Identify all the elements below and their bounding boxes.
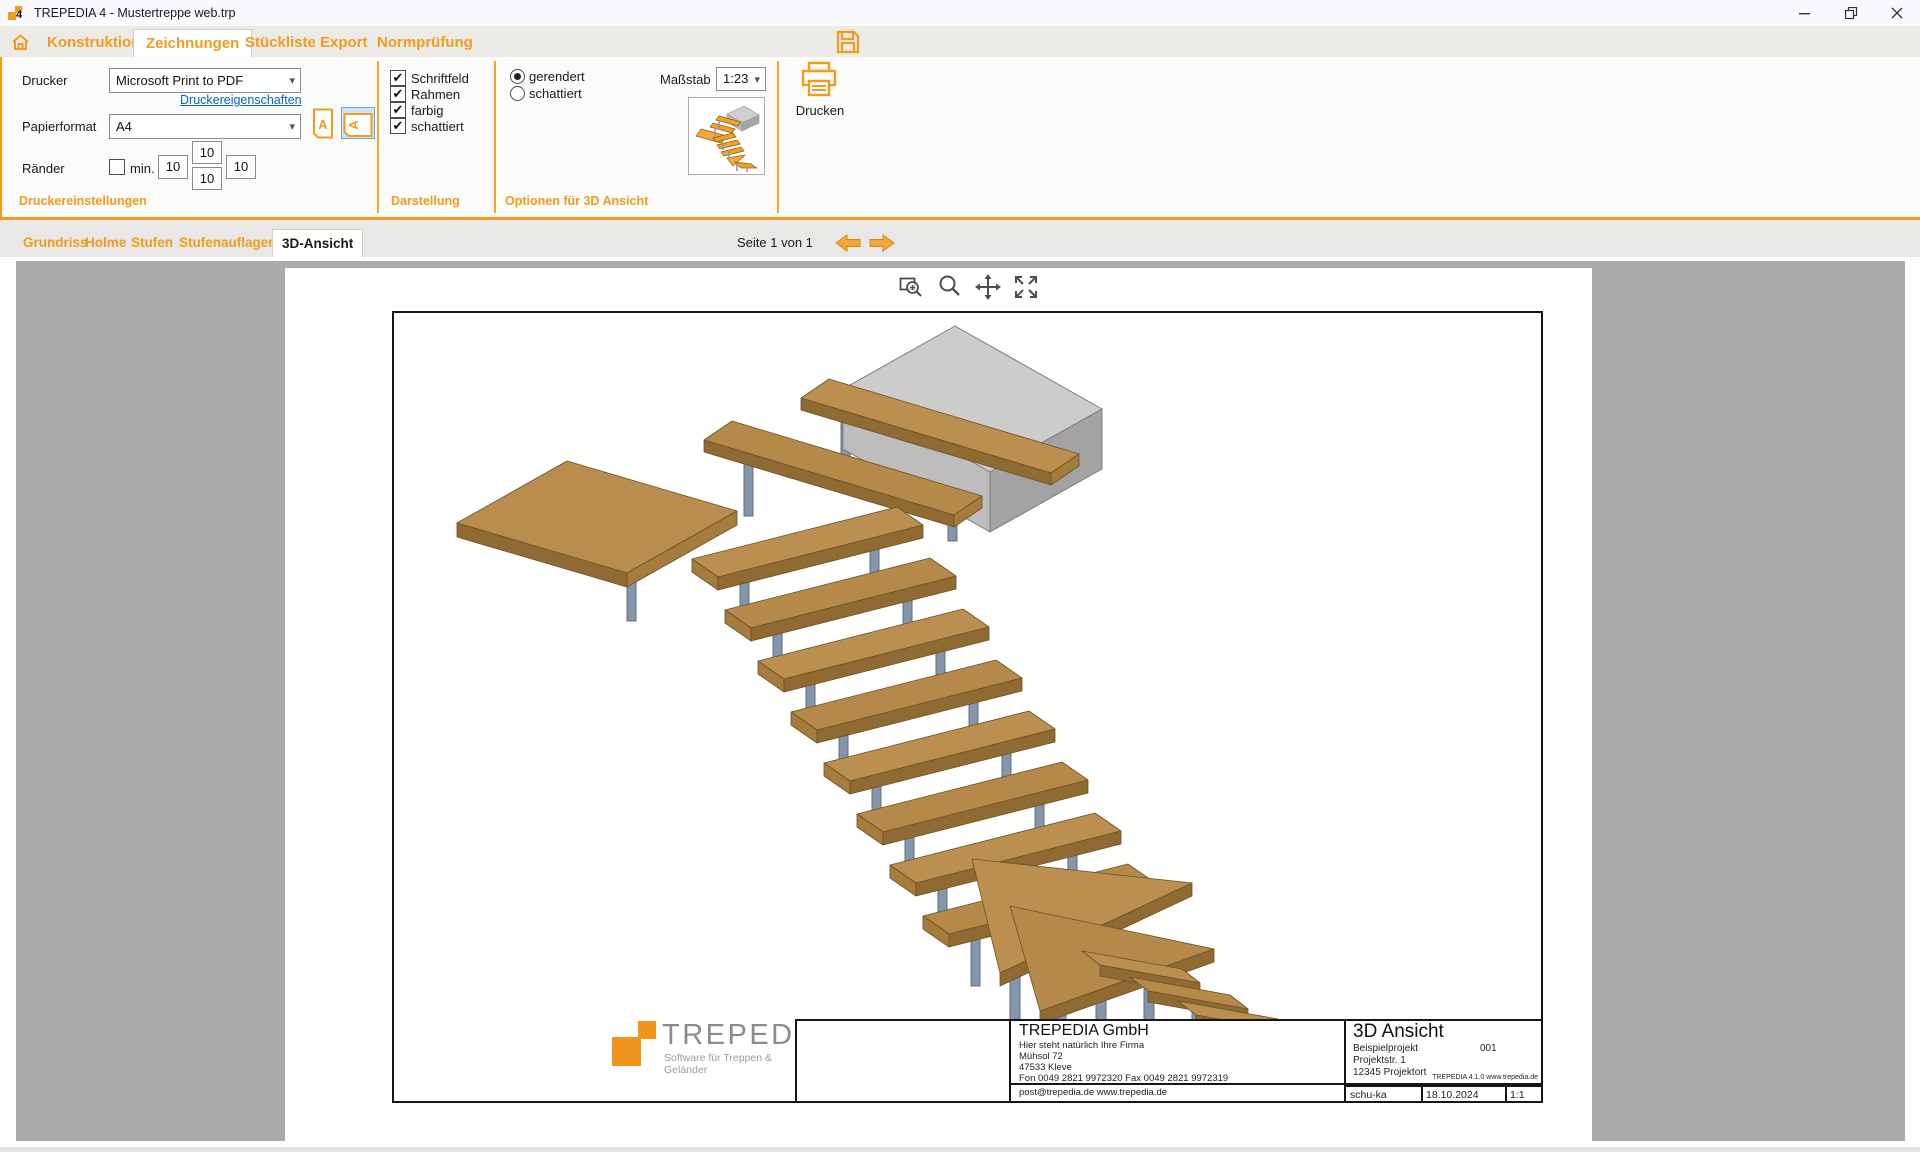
landscape-orientation-button[interactable]: A (341, 107, 375, 139)
save-icon[interactable] (836, 30, 860, 54)
papierformat-label: Papierformat (22, 119, 96, 134)
gerendert-radio[interactable] (510, 69, 525, 84)
company-name: TREPEDIA GmbH (1019, 1022, 1149, 1040)
papierformat-select[interactable]: A4▾ (109, 114, 301, 139)
zoom-button[interactable] (935, 272, 965, 302)
schriftfeld-label: Schriftfeld (411, 71, 469, 86)
chevron-down-icon: ▾ (289, 116, 295, 139)
view-title: 3D Ansicht (1353, 1021, 1444, 1043)
window-title: TREPEDIA 4 - Mustertreppe web.trp (34, 6, 235, 20)
3d-preview-stair-image (689, 98, 764, 174)
chevron-down-icon: ▾ (754, 69, 760, 91)
tab-normpruefung[interactable]: Normprüfung (365, 29, 485, 57)
schattiert-radio[interactable] (510, 86, 525, 101)
logo-tagline: Software für Treppen & Geländer (664, 1052, 792, 1076)
schattiert-radio-label: schattiert (529, 86, 582, 101)
title-block: TREPEDIA GmbH Hier steht natürlich Ihre … (795, 1019, 1543, 1103)
schattiert-label: schattiert (411, 119, 464, 134)
svg-text:A: A (346, 120, 361, 130)
gerendert-label: gerendert (529, 69, 585, 84)
pan-button[interactable] (973, 272, 1003, 302)
restore-icon (1845, 7, 1858, 20)
landscape-page-icon: A (342, 110, 374, 140)
schriftfeld-checkbox[interactable]: ✔ (390, 70, 406, 86)
move-arrows-icon (975, 274, 1001, 300)
arrow-right-icon (868, 233, 896, 253)
page-indicator: Seite 1 von 1 (737, 229, 813, 257)
title-block-company: TREPEDIA GmbH Hier steht natürlich Ihre … (1009, 1021, 1344, 1101)
preview-area: TREPEDIA Software für Treppen & Geländer… (0, 257, 1920, 1147)
margin-top-input[interactable]: 10 (192, 141, 222, 164)
massstab-label: Maßstab (660, 72, 711, 87)
portrait-orientation-button[interactable]: A (311, 108, 335, 139)
date: 18.10.2024 (1426, 1089, 1479, 1101)
druckereigenschaften-link[interactable]: Druckereigenschaften (180, 93, 302, 107)
minimize-button[interactable] (1782, 0, 1828, 26)
margin-right-input[interactable]: 10 (226, 155, 256, 179)
section-title-optionen-3d: Optionen für 3D Ansicht (505, 194, 648, 208)
fit-view-button[interactable] (1011, 272, 1041, 302)
portrait-page-icon: A (311, 108, 335, 139)
trepedia-sheet-logo: TREPEDIA Software für Treppen & Geländer (610, 1021, 792, 1067)
app-icon: 4 (8, 5, 26, 21)
version-note: TREPEDIA 4.1.0 www.trepedia.de (1432, 1074, 1538, 1081)
title-block-bottom-row: schu-ka 18.10.2024 1:1 (1346, 1085, 1541, 1101)
author: schu-ka (1350, 1089, 1387, 1101)
printer-icon (800, 61, 838, 99)
section-title-druckereinstellungen: Druckereinstellungen (19, 194, 147, 208)
minimize-icon (1799, 7, 1811, 19)
drucker-label: Drucker (22, 73, 68, 88)
scale: 1:1 (1510, 1089, 1525, 1101)
drawing-page: TREPEDIA Software für Treppen & Geländer… (285, 268, 1592, 1144)
drucken-label: Drucken (788, 103, 852, 118)
drucker-select[interactable]: Microsoft Print to PDF▾ (109, 68, 301, 93)
zoom-region-button[interactable] (897, 272, 927, 302)
chevron-down-icon: ▾ (289, 70, 295, 93)
arrow-left-icon (834, 233, 862, 253)
close-icon (1891, 7, 1903, 19)
rahmen-checkbox[interactable]: ✔ (390, 86, 406, 102)
margin-left-input[interactable]: 10 (158, 155, 188, 179)
doc-tab-stufenauflagen[interactable]: Stufenauflagen (170, 229, 286, 257)
title-block-project: 3D Ansicht Beispielprojekt 001 Projektst… (1344, 1021, 1541, 1101)
margin-bottom-input[interactable]: 10 (192, 167, 222, 190)
drucken-button[interactable] (798, 61, 840, 101)
massstab-select[interactable]: 1:23▾ (716, 67, 766, 91)
project-number: 001 (1480, 1043, 1497, 1054)
raender-label: Ränder (22, 161, 65, 176)
home-icon[interactable] (11, 33, 30, 51)
titlebar: 4 TREPEDIA 4 - Mustertreppe web.trp (0, 0, 1920, 26)
section-title-darstellung: Darstellung (391, 194, 460, 208)
project-city: 12345 Projektort (1353, 1067, 1426, 1078)
svg-text:A: A (318, 117, 328, 132)
zoom-region-icon (899, 274, 925, 300)
farbig-label: farbig (411, 103, 444, 118)
next-page-button[interactable] (868, 233, 896, 253)
3d-preview-thumbnail (688, 97, 765, 175)
doc-tab-3d-ansicht[interactable]: 3D-Ansicht (272, 229, 363, 257)
magnifier-icon (937, 274, 963, 300)
ribbon-panel: Drucker Microsoft Print to PDF▾ Druckere… (0, 57, 1920, 220)
document-tab-strip: Grundriss Holme Stufen Stufenauflagen 3D… (0, 220, 1920, 257)
farbig-checkbox[interactable]: ✔ (390, 102, 406, 118)
restore-button[interactable] (1828, 0, 1874, 26)
min-checkbox[interactable] (109, 159, 125, 175)
close-button[interactable] (1874, 0, 1920, 26)
expand-corners-icon (1013, 274, 1039, 300)
drawing-frame (392, 311, 1543, 1103)
previous-page-button[interactable] (834, 233, 862, 253)
window-bottom-strip (0, 1147, 1920, 1152)
project-name: Beispielprojekt (1353, 1043, 1418, 1054)
schattiert-checkbox[interactable]: ✔ (390, 118, 406, 134)
min-label: min. (130, 161, 155, 176)
ribbon-tab-strip: Konstruktion Zeichnungen Stückliste Expo… (0, 26, 1920, 57)
project-street: Projektstr. 1 (1353, 1055, 1406, 1066)
rahmen-label: Rahmen (411, 87, 460, 102)
